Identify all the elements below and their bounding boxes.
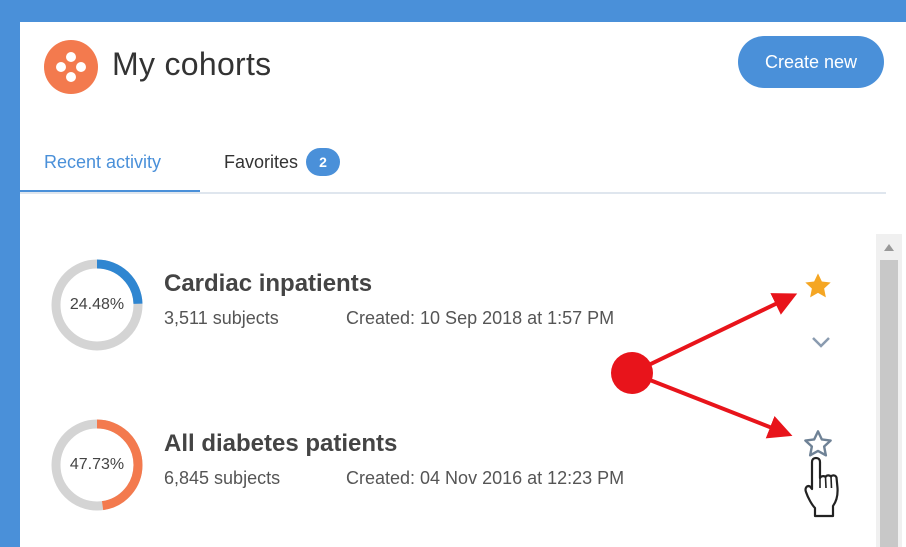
percentage-label: 24.48% — [69, 296, 125, 313]
chevron-down-icon[interactable] — [810, 334, 832, 350]
cohort-row[interactable]: 24.48% Cardiac inpatients 3,511 subjects… — [20, 258, 850, 368]
cohorts-logo-icon — [44, 40, 98, 94]
tab-bar: Recent activity Favorites 2 — [20, 132, 906, 194]
scrollbar-thumb[interactable] — [880, 260, 898, 547]
tab-label: Recent activity — [44, 151, 162, 172]
cohort-subjects: 3,511 subjects — [164, 308, 279, 328]
tab-label: Favorites — [224, 151, 299, 172]
tab-favorites[interactable]: Favorites 2 — [224, 132, 341, 192]
cohort-row[interactable]: 47.73% All diabetes patients 6,845 subje… — [20, 418, 850, 528]
page-title: My cohorts — [112, 46, 272, 82]
scrollbar[interactable] — [876, 234, 902, 547]
create-new-button[interactable]: Create new — [738, 36, 884, 88]
cohort-name[interactable]: Cardiac inpatients — [164, 270, 372, 298]
cohort-created-date: Created: 04 Nov 2016 at 12:23 PM — [346, 468, 625, 488]
percentage-label: 47.73% — [69, 456, 125, 473]
cohort-created-date: Created: 10 Sep 2018 at 1:57 PM — [346, 308, 615, 328]
star-filled-icon[interactable] — [802, 270, 834, 302]
cohort-subjects: 6,845 subjects — [164, 468, 281, 488]
star-outline-icon[interactable] — [802, 428, 834, 460]
cohort-name[interactable]: All diabetes patients — [164, 430, 397, 458]
tab-recent-activity[interactable]: Recent activity — [44, 132, 161, 192]
scroll-up-arrow-icon[interactable] — [884, 244, 894, 251]
cohorts-panel: My cohorts Create new Recent activity Fa… — [20, 22, 906, 547]
favorites-count-badge: 2 — [306, 148, 341, 176]
tabs-divider — [20, 192, 886, 194]
